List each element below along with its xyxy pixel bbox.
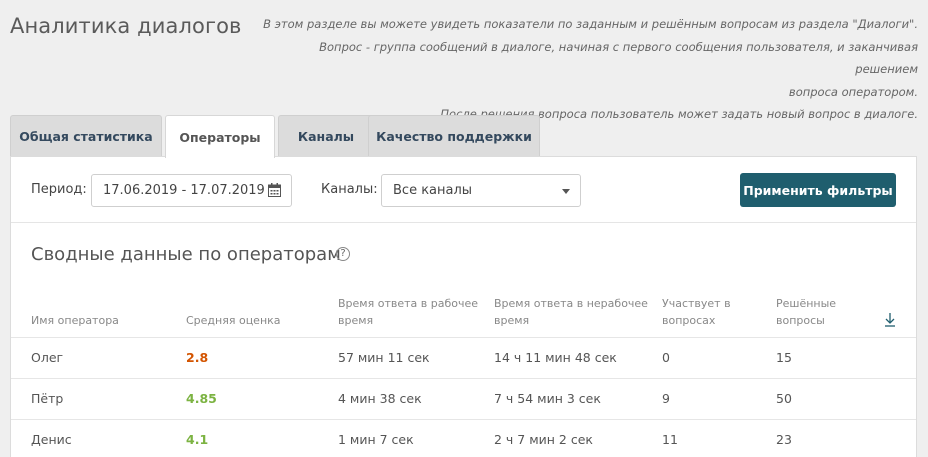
column-header-work-response-time[interactable]: Время ответа в рабочее время [338,295,478,329]
offwork-response-time: 7 ч 54 мин 3 сек [494,391,601,406]
help-circle-icon[interactable]: ? [336,247,350,261]
tab-support-quality[interactable]: Качество поддержки [368,115,540,157]
average-score: 4.1 [186,432,209,447]
column-header-text: Время ответа в рабочее [338,297,478,310]
average-score: 2.8 [186,350,209,365]
column-header-text: вопросах [662,314,716,327]
tab-operators[interactable]: Операторы [165,115,275,158]
channels-label: Каналы: [321,182,378,197]
operators-panel: Период: 17.06.2019 - 17.07.2019 Каналы: … [10,156,917,457]
column-header-text: время [494,314,530,327]
page-title: Аналитика диалогов [10,14,242,38]
participates-count: 11 [662,432,678,447]
column-header-operator-name[interactable]: Имя оператора [31,312,119,329]
period-value: 17.06.2019 - 17.07.2019 [103,183,265,198]
description-line: В этом разделе вы можете увидеть показат… [263,17,918,31]
resolved-count: 15 [776,350,792,365]
filter-bar: Период: 17.06.2019 - 17.07.2019 Каналы: … [11,157,916,223]
download-icon[interactable] [883,312,897,328]
operator-name: Денис [31,432,72,447]
column-header-text: вопросы [776,314,825,327]
column-header-text: Решённые [776,297,837,310]
chevron-down-icon [562,189,570,194]
resolved-count: 23 [776,432,792,447]
section-title: Сводные данные по операторам [31,244,341,265]
period-field[interactable]: 17.06.2019 - 17.07.2019 [91,174,292,207]
participates-count: 0 [662,350,670,365]
column-header-text: Имя оператора [31,314,119,327]
table-row: Денис 4.1 1 мин 7 сек 2 ч 7 мин 2 сек 11… [11,419,916,457]
apply-filters-button[interactable]: Применить фильтры [740,173,896,207]
page-description: В этом разделе вы можете увидеть показат… [258,13,918,126]
column-header-text: Средняя оценка [186,314,281,327]
offwork-response-time: 14 ч 11 мин 48 сек [494,350,617,365]
tab-general-stats[interactable]: Общая статистика [10,115,162,157]
column-header-resolved[interactable]: Решённые вопросы [776,295,836,329]
work-response-time: 1 мин 7 сек [338,432,414,447]
period-label: Период: [31,182,87,197]
description-line: Вопрос - группа сообщений в диалоге, нач… [319,39,918,77]
offwork-response-time: 2 ч 7 мин 2 сек [494,432,593,447]
tab-channels[interactable]: Каналы [278,115,374,157]
column-header-text: Участвует в [662,297,731,310]
work-response-time: 57 мин 11 сек [338,350,430,365]
channels-select[interactable]: Все каналы [381,174,581,207]
channels-value: Все каналы [393,183,473,198]
calendar-icon[interactable] [268,183,281,197]
resolved-count: 50 [776,391,792,406]
participates-count: 9 [662,391,670,406]
operator-name: Пётр [31,391,64,406]
column-header-average-score[interactable]: Средняя оценка [186,312,281,329]
average-score: 4.85 [186,391,217,406]
column-header-participates[interactable]: Участвует в вопросах [662,295,731,329]
table-row: Олег 2.8 57 мин 11 сек 14 ч 11 мин 48 се… [11,337,916,378]
description-line: вопроса оператором. [788,84,918,99]
column-header-offwork-response-time[interactable]: Время ответа в нерабочее время [494,295,648,329]
column-header-text: время [338,314,374,327]
table-row: Пётр 4.85 4 мин 38 сек 7 ч 54 мин 3 сек … [11,378,916,419]
operator-name: Олег [31,350,64,365]
column-header-text: Время ответа в нерабочее [494,297,648,310]
work-response-time: 4 мин 38 сек [338,391,422,406]
